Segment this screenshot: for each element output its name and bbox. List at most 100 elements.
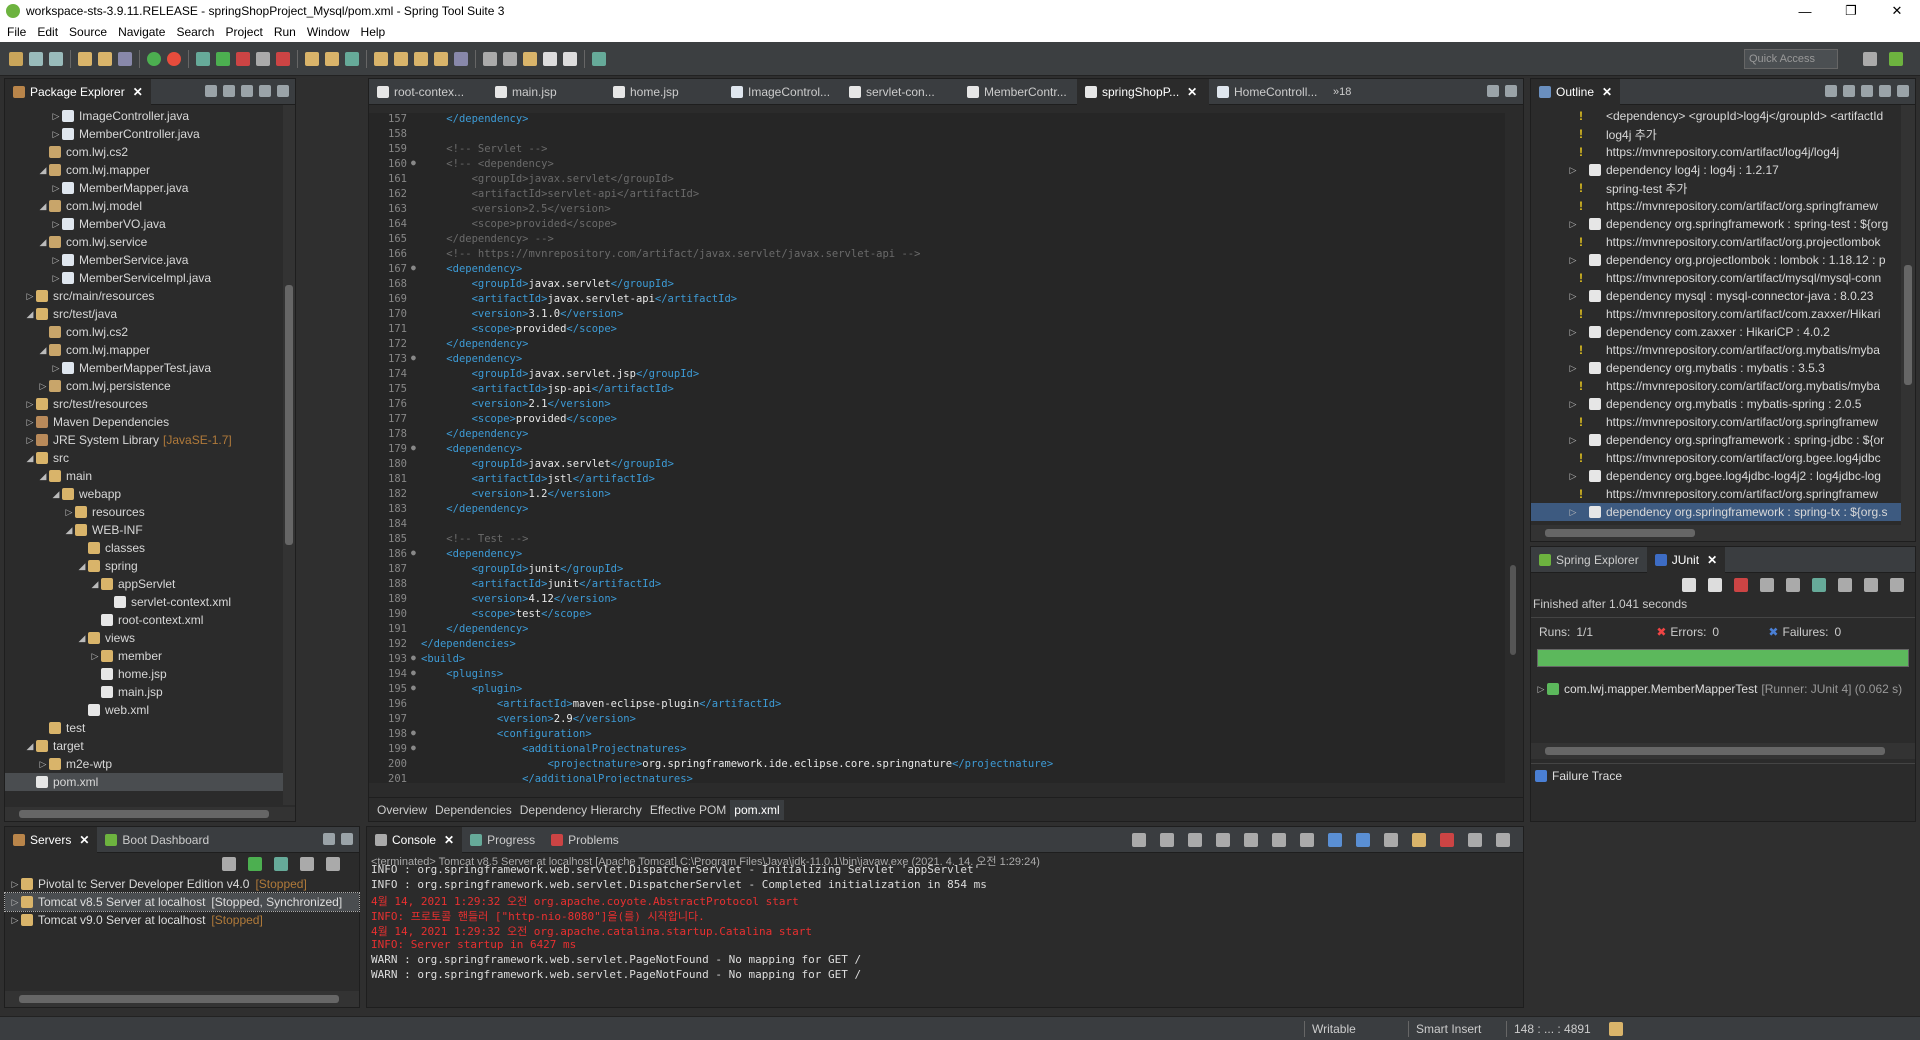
code-line[interactable]: 181 <artifactId>jstl</artifactId> bbox=[369, 473, 1505, 488]
history-icon[interactable] bbox=[1864, 578, 1878, 592]
fold-marker-icon[interactable] bbox=[411, 473, 421, 488]
fold-marker-icon[interactable] bbox=[411, 218, 421, 233]
code-line[interactable]: 195 ● <plugin> bbox=[369, 683, 1505, 698]
tab-progress[interactable]: Progress bbox=[462, 827, 543, 853]
prev-annotation-icon[interactable] bbox=[503, 51, 517, 66]
editor-tab[interactable]: springShopP... ✕ bbox=[1077, 78, 1209, 105]
fold-marker-icon[interactable]: ● bbox=[411, 743, 421, 758]
console-vertical-scrollbar[interactable] bbox=[1509, 871, 1523, 1007]
close-tab-icon[interactable]: ✕ bbox=[1707, 553, 1717, 567]
close-tab-icon[interactable]: ✕ bbox=[444, 833, 454, 847]
tree-item[interactable]: root-context.xml bbox=[5, 611, 295, 629]
code-line[interactable]: 183 </dependency> bbox=[369, 503, 1505, 518]
tree-item[interactable]: ◢ views bbox=[5, 629, 295, 647]
last-edit-icon[interactable] bbox=[523, 51, 537, 66]
next-annotation-icon[interactable] bbox=[483, 51, 497, 66]
forward-icon[interactable] bbox=[563, 51, 577, 66]
fold-marker-icon[interactable] bbox=[411, 308, 421, 323]
expand-arrow-icon[interactable]: ▷ bbox=[63, 507, 75, 518]
tree-item[interactable]: classes bbox=[5, 539, 295, 557]
open-perspective-icon[interactable] bbox=[1863, 52, 1877, 66]
editor-tab[interactable]: ImageControl... bbox=[723, 79, 841, 105]
editor-tab[interactable]: servlet-con... bbox=[841, 79, 959, 105]
expand-arrow-icon[interactable]: ▷ bbox=[9, 879, 21, 890]
save-all-icon[interactable] bbox=[49, 51, 63, 66]
fold-marker-icon[interactable] bbox=[411, 233, 421, 248]
tree-item[interactable]: servlet-context.xml bbox=[5, 593, 295, 611]
remove-all-icon[interactable] bbox=[1188, 833, 1202, 847]
menu-help[interactable]: Help bbox=[361, 25, 386, 39]
code-line[interactable]: 167 ● <dependency> bbox=[369, 263, 1505, 278]
rerun-icon[interactable] bbox=[1786, 578, 1800, 592]
globe-icon[interactable] bbox=[454, 51, 468, 66]
expand-arrow-icon[interactable]: ▷ bbox=[9, 915, 21, 926]
maximize-view-icon[interactable] bbox=[1897, 85, 1909, 97]
fold-marker-icon[interactable] bbox=[411, 518, 421, 533]
maximize-view-icon[interactable] bbox=[341, 833, 353, 845]
outline-item[interactable]: ▷ dependency org.mybatis : mybatis-spring… bbox=[1531, 395, 1903, 413]
tree-item[interactable]: home.jsp bbox=[5, 665, 295, 683]
expand-arrow-icon[interactable]: ▷ bbox=[37, 759, 49, 770]
fold-marker-icon[interactable]: ● bbox=[411, 653, 421, 668]
expand-arrow-icon[interactable]: ▷ bbox=[50, 129, 62, 140]
link-editor-icon[interactable] bbox=[223, 85, 235, 97]
debug-icon[interactable] bbox=[196, 51, 210, 66]
outline-item[interactable]: ▷ dependency log4j : log4j : 1.2.17 bbox=[1531, 161, 1903, 179]
minimize-view-icon[interactable] bbox=[259, 85, 271, 97]
tab-console[interactable]: Console ✕ bbox=[367, 826, 463, 853]
fold-marker-icon[interactable] bbox=[411, 758, 421, 773]
fold-marker-icon[interactable] bbox=[411, 188, 421, 203]
expand-arrow-icon[interactable]: ▷ bbox=[89, 651, 101, 662]
expand-arrow-icon[interactable]: ▷ bbox=[1567, 291, 1579, 302]
fold-marker-icon[interactable] bbox=[411, 368, 421, 383]
code-line[interactable]: 164 <scope>provided</scope> bbox=[369, 218, 1505, 233]
outline-item[interactable]: ! https://mvnrepository.com/artifact/org.… bbox=[1531, 377, 1903, 395]
expand-arrow-icon[interactable]: ▷ bbox=[24, 435, 36, 446]
fold-marker-icon[interactable] bbox=[411, 698, 421, 713]
remove-launch-icon[interactable] bbox=[1132, 833, 1146, 847]
collapse-arrow-icon[interactable]: ◢ bbox=[37, 165, 49, 176]
pin-icon[interactable] bbox=[592, 51, 606, 66]
tab-outline[interactable]: Outline ✕ bbox=[1531, 78, 1621, 105]
next-failure-icon[interactable] bbox=[1682, 578, 1696, 592]
code-line[interactable]: 174 <groupId>javax.servlet.jsp</groupId> bbox=[369, 368, 1505, 383]
tree-item[interactable]: ▷ src/test/resources bbox=[5, 395, 295, 413]
tree-item[interactable]: ◢ com.lwj.service bbox=[5, 233, 295, 251]
fold-marker-icon[interactable]: ● bbox=[411, 548, 421, 563]
minimize-view-icon[interactable] bbox=[1487, 85, 1499, 97]
menu-run[interactable]: Run bbox=[274, 25, 296, 39]
tree-item[interactable]: web.xml bbox=[5, 701, 295, 719]
sort-icon[interactable] bbox=[1825, 85, 1837, 97]
menu-file[interactable]: File bbox=[7, 25, 26, 39]
filter-icon[interactable] bbox=[1843, 85, 1855, 97]
collapse-arrow-icon[interactable]: ◢ bbox=[37, 237, 49, 248]
code-line[interactable]: 166 <!-- https://mvnrepository.com/artif… bbox=[369, 248, 1505, 263]
terminate-icon[interactable] bbox=[1160, 833, 1174, 847]
stop-server-icon[interactable] bbox=[300, 857, 314, 871]
outline-item[interactable]: ! https://mvnrepository.com/artifact/org.… bbox=[1531, 449, 1903, 467]
outline-item[interactable]: ▷ dependency org.projectlombok : lombok :… bbox=[1531, 251, 1903, 269]
maximize-view-icon[interactable] bbox=[1496, 833, 1510, 847]
tree-item[interactable]: ▷ MemberVO.java bbox=[5, 215, 295, 233]
tab-boot-dashboard[interactable]: Boot Dashboard bbox=[97, 827, 217, 853]
code-line[interactable]: 180 <groupId>javax.servlet</groupId> bbox=[369, 458, 1505, 473]
code-line[interactable]: 161 <groupId>javax.servlet</groupId> bbox=[369, 173, 1505, 188]
display-console-icon[interactable] bbox=[1356, 833, 1370, 847]
code-line[interactable]: 182 <version>1.2</version> bbox=[369, 488, 1505, 503]
maximize-icon[interactable]: ❐ bbox=[1828, 3, 1874, 19]
expand-arrow-icon[interactable]: ▷ bbox=[24, 417, 36, 428]
code-line[interactable]: 191 </dependency> bbox=[369, 623, 1505, 638]
expand-arrow-icon[interactable]: ▷ bbox=[50, 255, 62, 266]
pom-editor-tab[interactable]: Dependencies bbox=[431, 800, 516, 820]
fold-marker-icon[interactable] bbox=[411, 248, 421, 263]
code-line[interactable]: 185 <!-- Test --> bbox=[369, 533, 1505, 548]
fold-marker-icon[interactable] bbox=[411, 173, 421, 188]
new-console-icon[interactable] bbox=[1412, 833, 1426, 847]
expand-arrow-icon[interactable]: ▷ bbox=[50, 363, 62, 374]
editor-tab[interactable]: MemberContr... bbox=[959, 79, 1077, 105]
code-line[interactable]: 190 <scope>test</scope> bbox=[369, 608, 1505, 623]
maximize-view-icon[interactable] bbox=[277, 85, 289, 97]
fold-marker-icon[interactable] bbox=[411, 428, 421, 443]
rerun-failed-icon[interactable] bbox=[1812, 578, 1826, 592]
profile-server-icon[interactable] bbox=[274, 857, 288, 871]
